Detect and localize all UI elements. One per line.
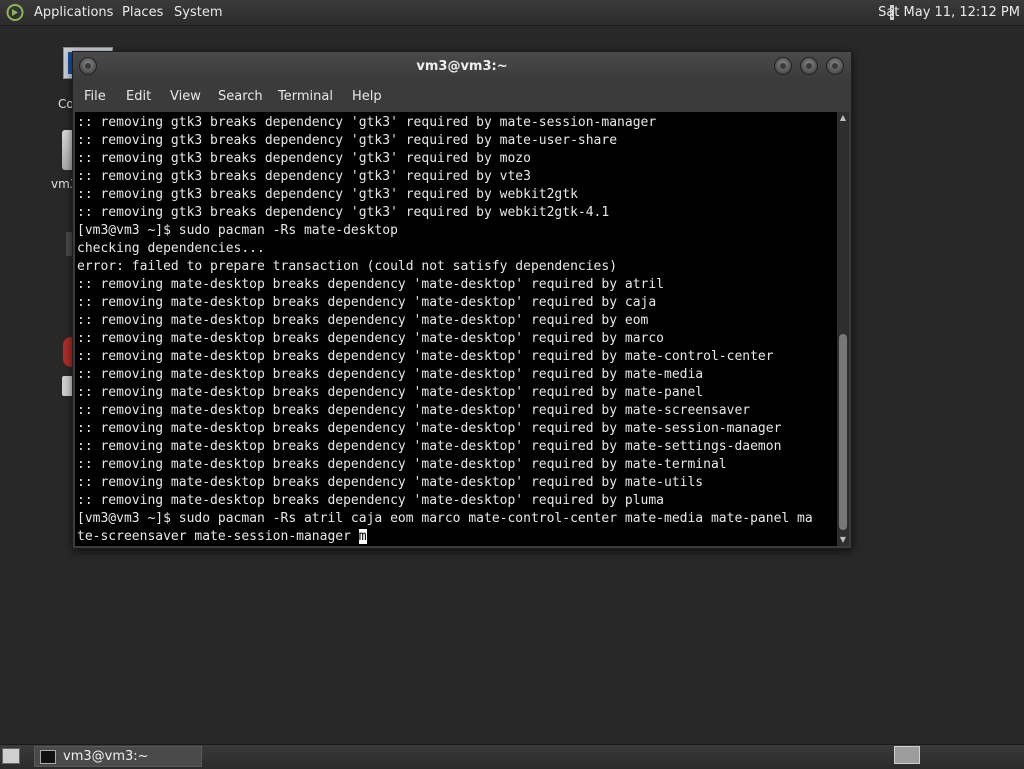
show-desktop-icon[interactable] [2,748,20,764]
terminal-line-text: :: removing mate-desktop breaks dependen… [77,277,664,292]
menu-help[interactable]: Help [352,82,382,112]
terminal-line-text: :: removing mate-desktop breaks dependen… [77,493,664,508]
terminal-cursor: m [358,529,367,544]
minimize-button[interactable] [774,57,792,75]
terminal-line: checking dependencies... [77,240,813,258]
menu-terminal[interactable]: Terminal [278,82,333,112]
menu-search[interactable]: Search [218,82,263,112]
terminal-line-text: :: removing mate-desktop breaks dependen… [77,313,649,328]
terminal-line: error: failed to prepare transaction (co… [77,258,813,276]
terminal-line: :: removing mate-desktop breaks dependen… [77,276,813,294]
terminal-output[interactable]: :: removing gtk3 breaks dependency 'gtk3… [75,114,813,546]
terminal-line-text: :: removing mate-desktop breaks dependen… [77,367,704,382]
terminal-line-text: :: removing mate-desktop breaks dependen… [77,349,774,364]
places-menu[interactable]: Places [118,0,167,25]
close-button[interactable] [826,57,844,75]
scroll-down-arrow-icon[interactable]: ▼ [837,534,849,546]
menu-edit[interactable]: Edit [126,82,151,112]
terminal-line-text: :: removing mate-desktop breaks dependen… [77,421,782,436]
window-titlebar[interactable]: vm3@vm3:~ [73,52,851,82]
terminal-line-text: :: removing mate-desktop breaks dependen… [77,439,782,454]
terminal-line: :: removing gtk3 breaks dependency 'gtk3… [77,150,813,168]
taskbar-window-label: vm3@vm3:~ [63,749,149,764]
menu-view[interactable]: View [170,82,201,112]
terminal-line-text: :: removing gtk3 breaks dependency 'gtk3… [77,187,578,202]
terminal-line: :: removing gtk3 breaks dependency 'gtk3… [77,204,813,222]
terminal-line-text: :: removing mate-desktop breaks dependen… [77,475,704,490]
window-title: vm3@vm3:~ [416,59,508,74]
terminal-line-text: :: removing gtk3 breaks dependency 'gtk3… [77,133,618,148]
terminal-line-text: :: removing gtk3 breaks dependency 'gtk3… [77,169,531,184]
terminal-line: :: removing gtk3 breaks dependency 'gtk3… [77,132,813,150]
terminal-line-text: :: removing mate-desktop breaks dependen… [77,295,657,310]
terminal-line: :: removing gtk3 breaks dependency 'gtk3… [77,168,813,186]
clock[interactable]: Sat May 11, 12:12 PM [878,0,1020,25]
terminal-icon [40,750,56,764]
workspace-switcher-icon[interactable] [894,746,920,764]
terminal-line: [vm3@vm3 ~]$ sudo pacman -Rs mate-deskto… [77,222,813,240]
terminal-line-text: :: removing mate-desktop breaks dependen… [77,403,751,418]
bottom-panel: vm3@vm3:~ [0,744,1024,769]
system-menu[interactable]: System [170,0,226,25]
terminal-line: :: removing mate-desktop breaks dependen… [77,312,813,330]
terminal-line-text: [vm3@vm3 ~]$ sudo pacman -Rs mate-deskto… [77,223,398,238]
maximize-button[interactable] [800,57,818,75]
vertical-scrollbar[interactable]: ▲ ▼ [837,112,849,546]
terminal-line: :: removing mate-desktop breaks dependen… [77,438,813,456]
top-panel: Applications Places System Sat May 11, 1… [0,0,1024,26]
mate-logo-icon[interactable] [6,4,24,21]
terminal-line: [vm3@vm3 ~]$ sudo pacman -Rs atril caja … [77,510,813,528]
taskbar-window-button[interactable]: vm3@vm3:~ [34,746,202,767]
terminal-line-text: :: removing mate-desktop breaks dependen… [77,331,664,346]
applications-menu[interactable]: Applications [30,0,117,25]
terminal-line-text: [vm3@vm3 ~]$ sudo pacman -Rs atril caja … [77,511,813,526]
terminal-line: :: removing mate-desktop breaks dependen… [77,294,813,312]
scroll-up-arrow-icon[interactable]: ▲ [837,112,849,124]
terminal-line: :: removing mate-desktop breaks dependen… [77,348,813,366]
terminal-line-text: :: removing gtk3 breaks dependency 'gtk3… [77,205,610,220]
terminal-line: :: removing mate-desktop breaks dependen… [77,384,813,402]
terminal-line: :: removing mate-desktop breaks dependen… [77,474,813,492]
terminal-line-text: :: removing gtk3 breaks dependency 'gtk3… [77,151,531,166]
terminal-line: :: removing mate-desktop breaks dependen… [77,492,813,510]
terminal-window: vm3@vm3:~ File Edit View Search Terminal… [72,51,852,549]
terminal-line: :: removing mate-desktop breaks dependen… [77,402,813,420]
terminal-screen[interactable]: :: removing gtk3 breaks dependency 'gtk3… [75,112,837,546]
terminal-line: te-screensaver mate-session-manager m [77,528,813,546]
terminal-line-text: :: removing gtk3 breaks dependency 'gtk3… [77,115,657,130]
terminal-line: :: removing mate-desktop breaks dependen… [77,456,813,474]
terminal-line: :: removing mate-desktop breaks dependen… [77,330,813,348]
menu-file[interactable]: File [84,82,106,112]
scrollbar-thumb[interactable] [839,334,847,530]
menu-bar: File Edit View Search Terminal Help [73,82,851,112]
terminal-line: :: removing gtk3 breaks dependency 'gtk3… [77,186,813,204]
terminal-line-text: checking dependencies... [77,241,265,256]
terminal-line-text: error: failed to prepare transaction (co… [77,259,618,274]
terminal-line-text: te-screensaver mate-session-manager [77,529,359,544]
terminal-line: :: removing mate-desktop breaks dependen… [77,366,813,384]
terminal-line: :: removing gtk3 breaks dependency 'gtk3… [77,114,813,132]
terminal-line: :: removing mate-desktop breaks dependen… [77,420,813,438]
terminal-line-text: :: removing mate-desktop breaks dependen… [77,385,704,400]
terminal-line-text: :: removing mate-desktop breaks dependen… [77,457,727,472]
